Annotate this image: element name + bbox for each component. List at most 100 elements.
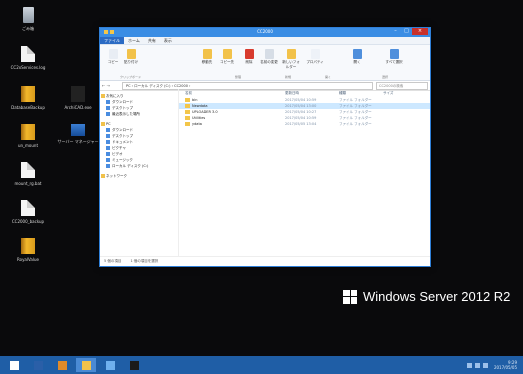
ribbon-button-icon: [222, 49, 232, 59]
column-headers: 名前 更新日時 種類 サイズ: [179, 89, 430, 97]
ribbon-button[interactable]: 移動先: [198, 49, 216, 65]
start-icon: [9, 360, 19, 370]
folder-icon: [106, 134, 110, 138]
clock-date: 2017/05/05: [493, 365, 517, 370]
taskbar-ie-button[interactable]: [100, 358, 120, 372]
explorer-icon: [81, 360, 91, 370]
ribbon-button-label: プロパティ: [306, 60, 324, 64]
explorer-window[interactable]: CC2000 – □ × ファイル ホーム 共有 表示 コピー 貼り付け 移動先 コピー先 削…: [99, 27, 431, 267]
taskbar-explorer-button[interactable]: [76, 358, 96, 372]
nav-pane-item[interactable]: 最近表示した場所: [100, 111, 178, 117]
back-icon[interactable]: ←: [102, 83, 105, 88]
maximize-button[interactable]: □: [401, 28, 412, 35]
bin-icon: [22, 7, 34, 23]
folder-icon: [101, 94, 105, 98]
folder-icon: [106, 140, 110, 144]
folder-icon: [106, 164, 110, 168]
ribbon-button-label: 移動先: [201, 60, 213, 64]
taskbar-powershell-button[interactable]: [28, 358, 48, 372]
close-button[interactable]: ×: [412, 28, 428, 35]
column-header[interactable]: サイズ: [383, 89, 413, 97]
nav-pane-item-label: ダウンロード: [112, 128, 133, 132]
desktop-icon[interactable]: DatabaseBackup: [0, 86, 56, 110]
ribbon-tabs: ファイル ホーム 共有 表示: [100, 37, 430, 45]
ribbon-button-icon: [352, 49, 362, 59]
nav-pane-item-label: ドキュメント: [112, 140, 133, 144]
powershell-icon: [33, 360, 43, 370]
nav-pane-item-label: ネットワーク: [106, 174, 127, 178]
ribbon-button[interactable]: 削除: [240, 49, 258, 65]
desktop-icon-label: un_mount: [17, 143, 39, 148]
desktop-icon[interactable]: ごみ箱: [0, 7, 56, 31]
nav-pane-item[interactable]: ネットワーク: [100, 173, 178, 179]
nav-pane-item-label: ミュージック: [112, 158, 133, 162]
folder-icon: [101, 174, 105, 178]
folder-icon: [185, 122, 190, 126]
column-header[interactable]: 種類: [339, 89, 383, 97]
desktop-icon-label: ごみ箱: [22, 26, 34, 31]
ribbon-button[interactable]: すべて選択: [385, 49, 403, 65]
windows-logo-icon: [343, 289, 357, 304]
clock[interactable]: 9:29 2017/05/05: [494, 360, 517, 370]
ribbon-button-icon: [126, 49, 136, 59]
desktop-icon[interactable]: RoyalValue: [0, 238, 56, 262]
folder-icon: [106, 152, 110, 156]
column-header[interactable]: 更新日時: [285, 89, 339, 97]
ribbon-button-label: すべて選択: [385, 60, 403, 64]
desktop-icon-label: サーバー マネージャー: [57, 139, 99, 144]
taskbar-server-manager-button[interactable]: [52, 358, 72, 372]
ribbon-button-label: 削除: [245, 60, 253, 64]
desktop-icon-label: ArchiCAD.exe: [64, 105, 92, 110]
desktop-icon[interactable]: ArchiCAD.exe: [50, 86, 106, 110]
forward-icon[interactable]: →: [107, 83, 110, 88]
ribbon-button[interactable]: コピー先: [218, 49, 236, 65]
ribbon-button[interactable]: 開く: [348, 49, 366, 65]
desktop-icon[interactable]: CC2000_backup: [0, 200, 56, 224]
ribbon-button[interactable]: 貼り付け: [122, 49, 140, 65]
file-list: 名前 更新日時 種類 サイズ bin 2017/05/04 10:59 ファイル フォルダ…: [179, 89, 430, 257]
selection-count: 1 個の項目を選択: [130, 259, 159, 263]
ribbon-button[interactable]: 名前の変更: [260, 49, 278, 65]
cmd-icon: [129, 360, 139, 370]
desktop-icon[interactable]: サーバー マネージャー: [50, 124, 106, 144]
status-bar: 5 個の項目 1 個の項目を選択: [100, 256, 430, 266]
ribbon-tab[interactable]: 表示: [160, 37, 176, 44]
folder-icon: [185, 104, 190, 108]
table-row[interactable]: ydata 2017/05/05 13:04 ファイル フォルダー: [179, 121, 430, 127]
window-titlebar[interactable]: CC2000 – □ ×: [100, 28, 430, 37]
minimize-button[interactable]: –: [390, 28, 401, 35]
folder-icon: [106, 112, 110, 116]
desktop-icon-label: DatabaseBackup: [11, 105, 45, 110]
network-icon[interactable]: [474, 362, 480, 368]
nav-pane-item[interactable]: ローカル ディスク (C:): [100, 163, 178, 169]
desktop-icon[interactable]: mount_rg.bat: [0, 162, 56, 186]
folder-icon: [185, 116, 190, 120]
lap-icon: [71, 124, 85, 136]
ribbon-tab[interactable]: ホーム: [124, 37, 144, 44]
desktop-icon[interactable]: CC2xServices.log: [0, 46, 56, 70]
ribbon-button[interactable]: プロパティ: [306, 49, 324, 65]
navigation-pane: お気に入り ダウンロード デスクトップ 最近表示した場所 PC ダウンロード デスクトップド…: [100, 89, 179, 257]
ribbon-button-icon: [202, 49, 212, 59]
ribbon-button-icon: [310, 49, 320, 59]
ribbon-button-icon: [264, 49, 274, 59]
file-name: ydata: [192, 122, 202, 126]
file-icon: [21, 200, 35, 216]
volume-icon[interactable]: [482, 362, 488, 368]
window-title: CC2000: [257, 29, 273, 34]
column-header[interactable]: 名前: [185, 89, 285, 97]
ribbon-button[interactable]: コピー: [104, 49, 122, 65]
taskbar-start-button[interactable]: [4, 358, 24, 372]
ribbon-tab[interactable]: 共有: [144, 37, 160, 44]
ribbon-tab[interactable]: ファイル: [100, 37, 124, 44]
flag-icon[interactable]: [466, 362, 472, 368]
ribbon-button[interactable]: 新しいフォルダー: [282, 49, 300, 70]
ribbon-button-icon: [108, 49, 118, 59]
desktop: ごみ箱 CC2xServices.log DatabaseBackup ArchiCA…: [0, 0, 523, 356]
book-icon: [21, 124, 35, 140]
ribbon-button-label: 開く: [353, 60, 361, 64]
taskbar-cmd-button[interactable]: [124, 358, 144, 372]
ribbon-button-label: 名前の変更: [260, 60, 278, 64]
desktop-icon[interactable]: un_mount: [0, 124, 56, 148]
folder-icon: [106, 100, 110, 104]
